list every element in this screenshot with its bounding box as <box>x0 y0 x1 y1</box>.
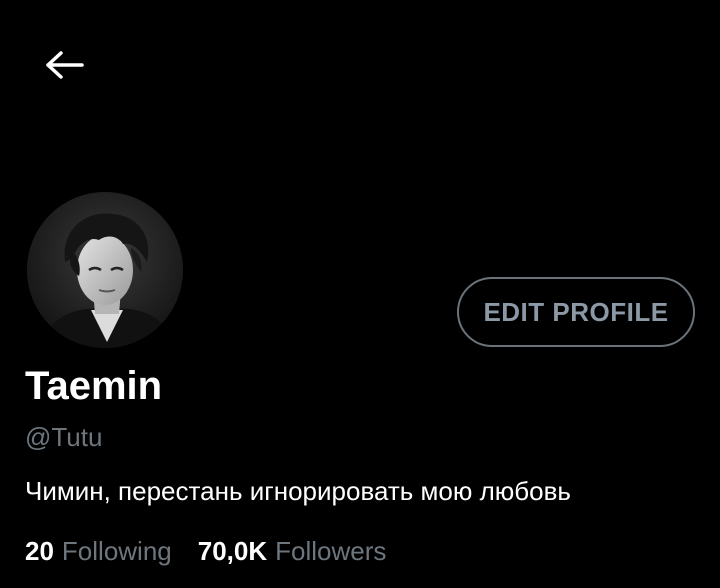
user-handle: @Tutu <box>25 422 103 452</box>
arrow-left-icon <box>45 50 85 80</box>
back-button[interactable] <box>38 40 92 90</box>
followers-count: 70,0K <box>197 536 268 566</box>
display-name: Taemin <box>25 364 163 408</box>
following-count: 20 <box>25 536 54 566</box>
profile-bio: Чимин, перестань игнорировать мою любовь <box>25 476 571 506</box>
followers-label: Followers <box>275 536 387 566</box>
edit-profile-button[interactable]: EDIT PROFILE <box>457 277 695 347</box>
avatar[interactable] <box>25 190 185 350</box>
followers-link[interactable]: 70,0K Followers <box>198 536 387 567</box>
following-link[interactable]: 20 Following <box>25 536 172 567</box>
following-label: Following <box>61 536 172 566</box>
profile-page: EDIT PROFILE Taemin @Tutu Чимин, переста… <box>0 0 720 588</box>
profile-stats: 20 Following 70,0K Followers <box>25 536 386 567</box>
